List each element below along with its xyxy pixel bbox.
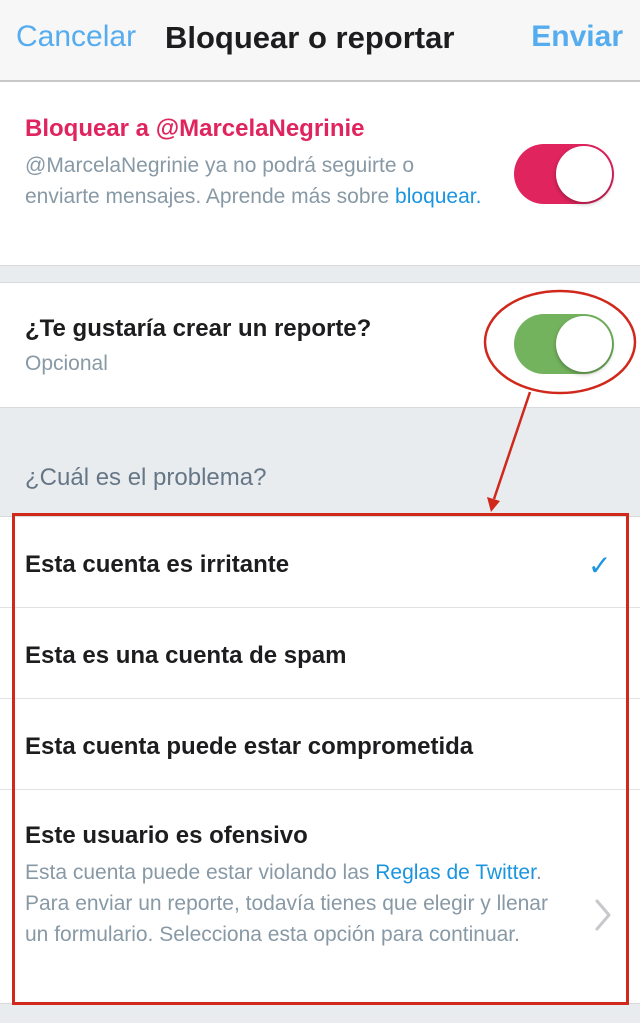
option-label: Esta cuenta puede estar comprometida bbox=[25, 733, 474, 760]
chevron-right-icon bbox=[595, 899, 611, 931]
page-title: Bloquear o reportar bbox=[165, 20, 455, 55]
option-label: Esta es una cuenta de spam bbox=[25, 642, 347, 669]
option-label: Este usuario es ofensivo bbox=[25, 822, 308, 849]
option-description: Esta cuenta puede estar violando las Reg… bbox=[25, 857, 565, 950]
report-title: ¿Te gustaría crear un reporte? bbox=[25, 315, 372, 342]
toggle-knob bbox=[556, 146, 612, 202]
option-label: Esta cuenta es irritante bbox=[25, 551, 290, 578]
checkmark-icon: ✓ bbox=[588, 550, 612, 581]
learn-block-link[interactable]: bloquear. bbox=[395, 185, 481, 208]
problem-question: ¿Cuál es el problema? bbox=[25, 464, 267, 491]
option-description-text: Esta cuenta puede estar violando las bbox=[25, 861, 376, 884]
option-compromised[interactable]: Esta cuenta puede estar comprometida bbox=[0, 699, 640, 790]
block-description: @MarcelaNegrinie ya no podrá seguirte o … bbox=[25, 150, 485, 212]
annotation-arrow-line bbox=[492, 391, 532, 500]
report-toggle[interactable] bbox=[514, 314, 614, 374]
block-title: Bloquear a @MarcelaNegrinie bbox=[25, 115, 365, 142]
block-description-text: @MarcelaNegrinie ya no podrá seguirte o … bbox=[25, 154, 415, 208]
cancel-button[interactable]: Cancelar bbox=[16, 20, 136, 54]
toggle-knob bbox=[556, 316, 612, 372]
report-subtitle: Opcional bbox=[25, 352, 108, 375]
problem-options-list: Esta cuenta es irritante ✓ Esta es una c… bbox=[0, 516, 640, 1004]
option-spam[interactable]: Esta es una cuenta de spam bbox=[0, 608, 640, 699]
option-offensive[interactable]: Este usuario es ofensivo Esta cuenta pue… bbox=[0, 790, 640, 1003]
annotation-arrow-head bbox=[487, 497, 500, 512]
twitter-rules-link[interactable]: Reglas de Twitter bbox=[375, 861, 536, 884]
send-button[interactable]: Enviar bbox=[531, 20, 623, 54]
block-toggle[interactable] bbox=[514, 144, 614, 204]
navigation-bar: Cancelar Bloquear o reportar Enviar bbox=[0, 0, 640, 82]
option-irritating[interactable]: Esta cuenta es irritante ✓ bbox=[0, 517, 640, 608]
